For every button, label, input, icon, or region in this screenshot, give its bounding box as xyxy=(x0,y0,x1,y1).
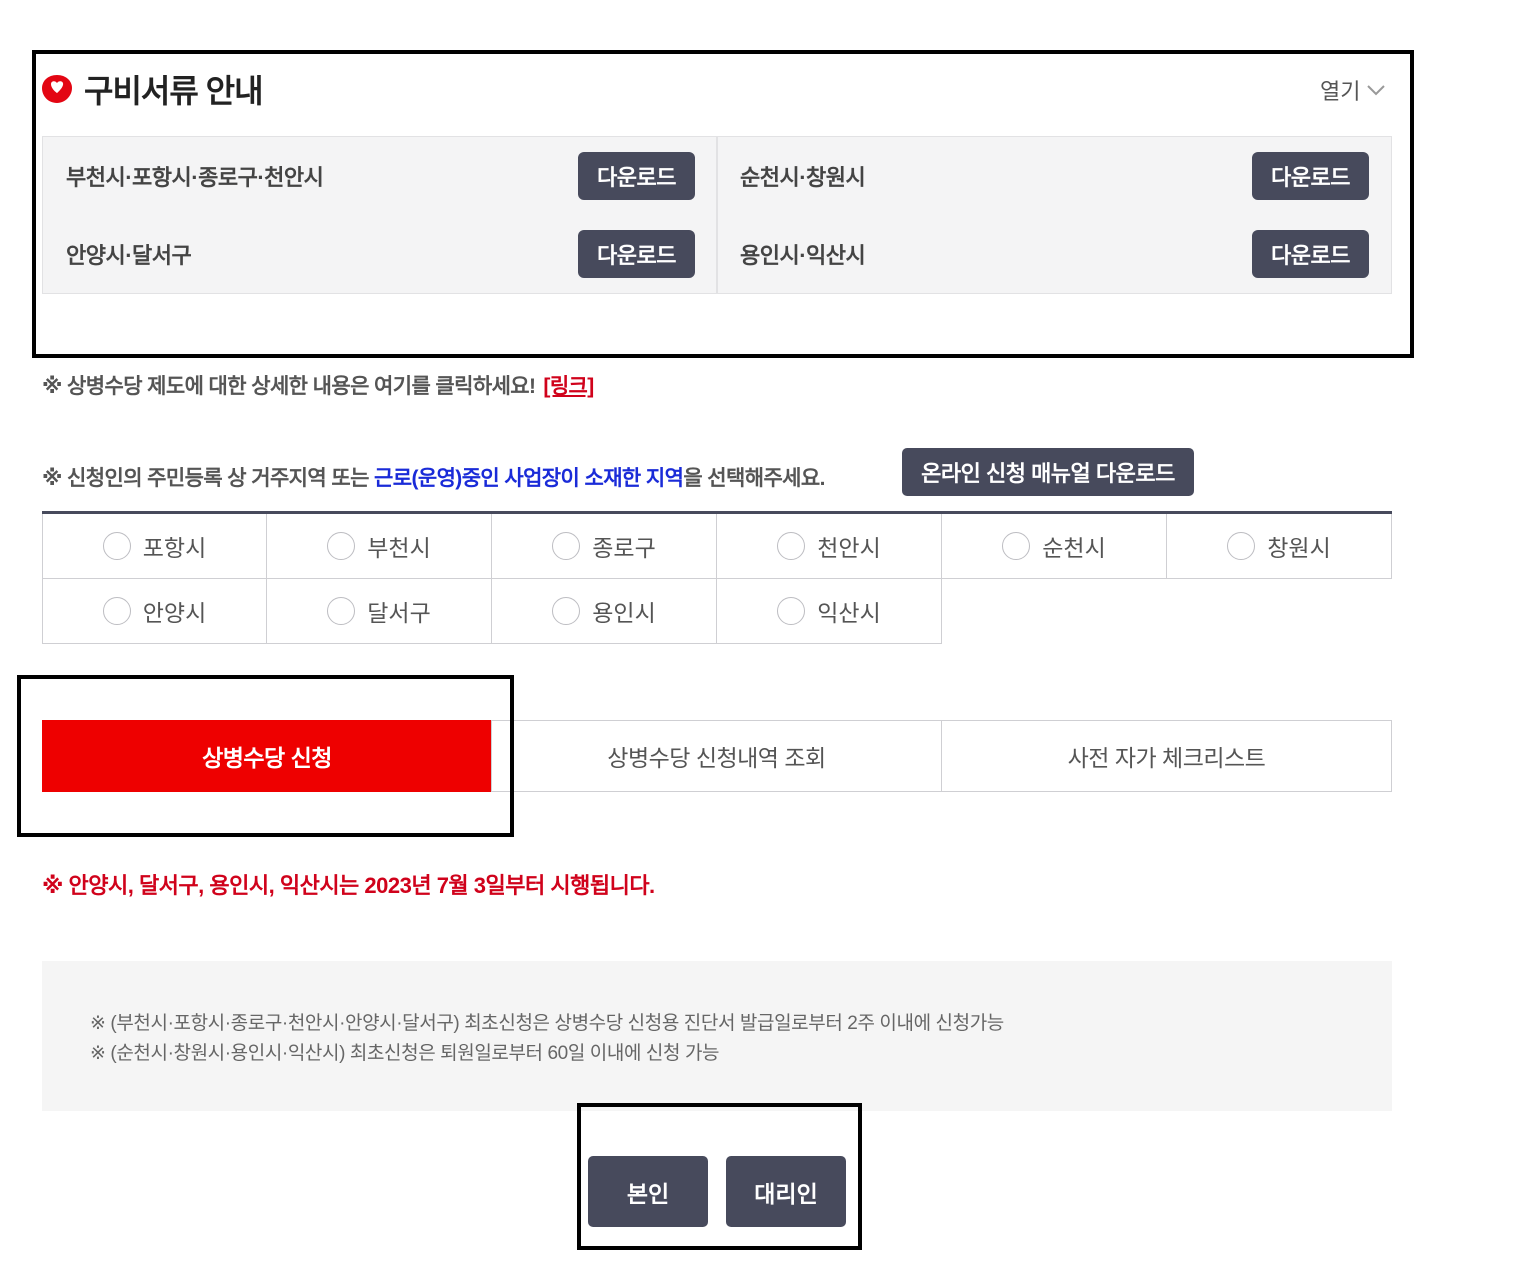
download-button[interactable]: 다운로드 xyxy=(1252,230,1369,278)
region-instruction: ※ 신청인의 주민등록 상 거주지역 또는 근로(운영)중인 사업장이 소재한 … xyxy=(42,462,825,492)
region-option[interactable]: 익산시 xyxy=(717,579,942,644)
region-option[interactable]: 천안시 xyxy=(717,514,942,579)
region-option[interactable]: 안양시 xyxy=(42,579,267,644)
docs-logo-icon xyxy=(40,72,74,106)
radio-button[interactable] xyxy=(102,597,131,625)
self-apply-button[interactable]: 본인 xyxy=(588,1156,708,1227)
detail-note: ※ 상병수당 제도에 대한 상세한 내용은 여기를 클릭하세요! [링크] xyxy=(42,370,594,400)
region-label: 달서구 xyxy=(367,600,431,626)
region-instruction-highlight: 근로(운영)중인 사업장이 소재한 지역 xyxy=(374,467,684,490)
docs-divider xyxy=(716,137,718,293)
doc-item-label: 순천시·창원시 xyxy=(740,165,866,190)
region-label: 창원시 xyxy=(1267,535,1331,561)
tab-history[interactable]: 상병수당 신청내역 조회 xyxy=(491,720,942,792)
docs-section-title: 구비서류 안내 xyxy=(84,73,264,109)
region-option[interactable]: 달서구 xyxy=(267,579,492,644)
doc-item-label: 안양시·달서구 xyxy=(66,243,192,268)
detail-link[interactable]: [링크] xyxy=(543,375,594,398)
radio-button[interactable] xyxy=(552,597,581,625)
start-date-notice: ※ 안양시, 달서구, 용인시, 익산시는 2023년 7월 3일부터 시행됩니… xyxy=(42,873,655,898)
region-label: 천안시 xyxy=(817,535,881,561)
region-option[interactable]: 창원시 xyxy=(1167,514,1392,579)
region-option[interactable]: 순천시 xyxy=(942,514,1167,579)
region-label: 부천시 xyxy=(367,535,431,561)
region-label: 포항시 xyxy=(142,535,207,561)
region-option[interactable]: 부천시 xyxy=(267,514,492,579)
info-line: ※ (순천시·창원시·용인시·익산시) 최초신청은 퇴원일로부터 60일 이내에… xyxy=(90,1043,720,1064)
tab-apply[interactable]: 상병수당 신청 xyxy=(42,720,492,792)
region-option[interactable]: 포항시 xyxy=(42,514,267,579)
region-label: 순천시 xyxy=(1042,535,1106,561)
radio-button[interactable] xyxy=(777,532,806,560)
docs-toggle-label: 열기 xyxy=(1320,79,1361,104)
region-instruction-prefix: ※ 신청인의 주민등록 상 거주지역 또는 xyxy=(42,467,375,490)
detail-note-text: ※ 상병수당 제도에 대한 상세한 내용은 여기를 클릭하세요! xyxy=(42,375,536,398)
download-button[interactable]: 다운로드 xyxy=(578,152,695,200)
proxy-apply-button[interactable]: 대리인 xyxy=(726,1156,846,1227)
region-instruction-suffix: 을 선택해주세요. xyxy=(683,467,825,490)
manual-download-button[interactable]: 온라인 신청 매뉴얼 다운로드 xyxy=(902,448,1194,496)
doc-item-label: 부천시·포항시·종로구·천안시 xyxy=(66,165,324,190)
info-box: ※ (부천시·포항시·종로구·천안시·안양시·달서구) 최초신청은 상병수당 신… xyxy=(42,961,1392,1111)
radio-button[interactable] xyxy=(552,532,581,560)
download-button[interactable]: 다운로드 xyxy=(1252,152,1369,200)
region-label: 익산시 xyxy=(817,600,881,626)
doc-item-label: 용인시·익산시 xyxy=(740,243,866,268)
region-option[interactable]: 용인시 xyxy=(492,579,717,644)
radio-button[interactable] xyxy=(327,532,356,560)
tab-checklist[interactable]: 사전 자가 체크리스트 xyxy=(941,720,1392,792)
radio-button[interactable] xyxy=(1002,532,1031,560)
region-label: 안양시 xyxy=(142,600,207,626)
docs-toggle-button[interactable]: 열기 xyxy=(1320,74,1386,106)
region-label: 종로구 xyxy=(592,535,656,561)
chevron-down-icon xyxy=(1367,85,1386,96)
region-label: 용인시 xyxy=(592,600,656,626)
download-button[interactable]: 다운로드 xyxy=(578,230,695,278)
radio-button[interactable] xyxy=(1227,532,1256,560)
info-line: ※ (부천시·포항시·종로구·천안시·안양시·달서구) 최초신청은 상병수당 신… xyxy=(90,1013,1004,1034)
radio-button[interactable] xyxy=(777,597,806,625)
radio-button[interactable] xyxy=(327,597,356,625)
radio-button[interactable] xyxy=(102,532,131,560)
region-option[interactable]: 종로구 xyxy=(492,514,717,579)
